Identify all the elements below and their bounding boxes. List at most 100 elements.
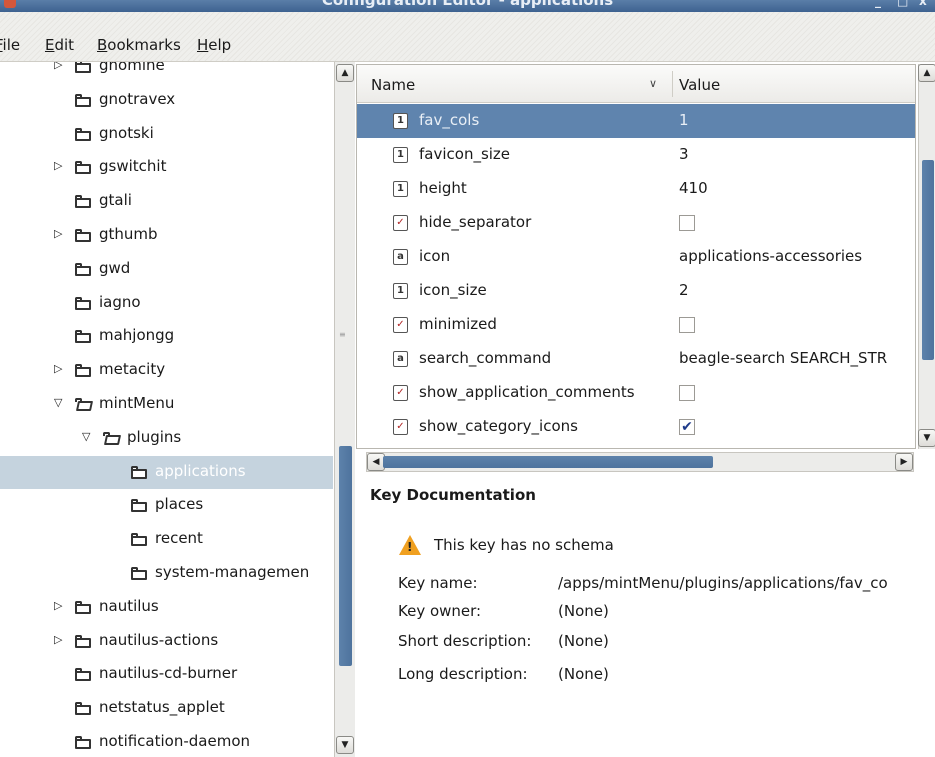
expander-expanded-icon[interactable]: ▽ — [54, 397, 66, 409]
menubar: File Edit Bookmarks Help — [0, 12, 935, 62]
key-owner-value: (None) — [558, 602, 609, 620]
scrollbar-thumb[interactable] — [922, 160, 934, 360]
expander-collapsed-icon[interactable]: ▷ — [54, 363, 66, 375]
key-value[interactable]: 1 — [679, 111, 689, 129]
tree-item[interactable]: gnotski — [0, 118, 333, 151]
tree-item[interactable]: iagno — [0, 287, 333, 320]
scrollbar-thumb[interactable] — [339, 446, 352, 666]
string-type-icon: a — [393, 351, 408, 367]
key-row[interactable]: ✓ hide_separator — [357, 206, 915, 240]
menu-file[interactable]: File — [0, 36, 20, 54]
warning-message: This key has no schema — [434, 536, 614, 554]
tree-item[interactable]: system-managemen — [0, 557, 333, 590]
key-list-horizontal-scrollbar[interactable]: ◀ ▶ — [366, 452, 914, 472]
maximize-button[interactable]: □ — [897, 0, 908, 8]
tree-item[interactable]: ▷ metacity — [0, 354, 333, 387]
key-owner-label: Key owner: — [398, 602, 482, 620]
integer-type-icon: 1 — [393, 181, 408, 197]
right-pane: Name ∨ Value 1 fav_cols 1 1 favicon_size 3 1 he… — [356, 62, 935, 757]
tree-item[interactable]: mahjongg — [0, 320, 333, 353]
key-value[interactable]: beagle-search SEARCH_STR — [679, 349, 887, 367]
checkbox-unchecked[interactable] — [679, 317, 695, 333]
string-type-icon: a — [393, 249, 408, 265]
tree-item[interactable]: places — [0, 489, 333, 522]
key-row[interactable]: 1 height 410 — [357, 172, 915, 206]
checkbox-checked[interactable]: ✔ — [679, 419, 695, 435]
title-bar[interactable]: Configuration Editor - applications _ □ … — [0, 0, 935, 12]
directory-tree[interactable]: ▷ gnomine gnotravex gnotski ▷ gswitchit gtali ▷… — [0, 62, 333, 757]
tree-item[interactable]: netstatus_applet — [0, 692, 333, 725]
key-row[interactable]: ✓ show_application_comments — [357, 376, 915, 410]
scroll-right-button[interactable]: ▶ — [895, 453, 913, 471]
scroll-down-button[interactable]: ▼ — [918, 429, 935, 447]
key-value[interactable]: 2 — [679, 281, 689, 299]
sort-descending-icon: ∨ — [649, 77, 658, 90]
tree-item[interactable]: notification-daemon — [0, 726, 333, 757]
key-name: icon_size — [419, 281, 487, 299]
expander-collapsed-icon[interactable]: ▷ — [54, 633, 66, 646]
tree-item[interactable]: applications — [0, 455, 333, 489]
key-name-label: Key name: — [398, 574, 478, 592]
expander-collapsed-icon[interactable]: ▷ — [54, 599, 66, 612]
key-name: fav_cols — [419, 111, 480, 129]
checkbox-unchecked[interactable] — [679, 385, 695, 401]
tree-item-label: gthumb — [99, 225, 158, 243]
key-list[interactable]: Name ∨ Value 1 fav_cols 1 1 favicon_size 3 1 he… — [356, 64, 916, 449]
tree-item[interactable]: gwd — [0, 253, 333, 286]
boolean-type-icon: ✓ — [393, 317, 408, 333]
key-row[interactable]: a search_command beagle-search SEARCH_STR — [357, 342, 915, 376]
key-row[interactable]: 1 fav_cols 1 — [357, 104, 915, 138]
folder-open-icon — [103, 431, 122, 445]
scroll-up-button[interactable]: ▲ — [918, 64, 935, 82]
expander-expanded-icon[interactable]: ▽ — [82, 430, 94, 443]
close-button[interactable]: x — [919, 0, 927, 8]
tree-item[interactable]: gtali — [0, 185, 333, 218]
tree-item[interactable]: ▷ nautilus — [0, 591, 333, 624]
key-row[interactable]: a icon applications-accessories — [357, 240, 915, 274]
tree-item[interactable]: ▽ plugins — [0, 422, 333, 455]
key-name: hide_separator — [419, 213, 532, 231]
tree-item[interactable]: ▽ mintMenu — [0, 388, 333, 421]
scrollbar-thumb[interactable] — [383, 456, 713, 468]
expander-collapsed-icon[interactable]: ▷ — [54, 228, 66, 240]
key-value[interactable]: 3 — [679, 145, 689, 163]
folder-icon — [75, 262, 91, 276]
tree-item-label: gnotski — [99, 123, 154, 142]
menu-edit[interactable]: Edit — [45, 36, 74, 54]
checkbox-unchecked[interactable] — [679, 215, 695, 231]
tree-item[interactable]: gnotravex — [0, 84, 333, 117]
integer-type-icon: 1 — [393, 147, 408, 163]
key-row[interactable]: ✓ minimized — [357, 308, 915, 342]
scroll-up-button[interactable]: ▲ — [336, 64, 354, 82]
menu-bookmarks[interactable]: Bookmarks — [97, 36, 181, 54]
tree-item[interactable]: nautilus-cd-burner — [0, 658, 333, 691]
expander-collapsed-icon[interactable]: ▷ — [54, 160, 66, 172]
column-separator[interactable] — [672, 71, 673, 97]
tree-item[interactable]: ▷ gnomine — [0, 62, 333, 83]
expander-collapsed-icon[interactable]: ▷ — [54, 62, 66, 71]
tree-item[interactable]: ▷ nautilus-actions — [0, 625, 333, 658]
column-header-name[interactable]: Name — [371, 76, 415, 94]
tree-scrollbar[interactable]: ▲ ≡ ▼ — [334, 62, 355, 757]
key-value[interactable]: 410 — [679, 179, 708, 197]
key-row[interactable]: 1 favicon_size 3 — [357, 138, 915, 172]
window-title: Configuration Editor - applications — [321, 0, 614, 9]
key-list-vertical-scrollbar[interactable]: ▲ ▼ — [918, 64, 935, 449]
key-value[interactable]: applications-accessories — [679, 247, 862, 265]
boolean-type-icon: ✓ — [393, 419, 408, 435]
key-row[interactable]: 1 icon_size 2 — [357, 274, 915, 308]
scroll-down-button[interactable]: ▼ — [336, 736, 354, 754]
folder-icon — [131, 499, 147, 513]
folder-icon — [75, 600, 91, 614]
folder-icon — [75, 229, 91, 242]
tree-item-label: gtali — [99, 191, 132, 210]
folder-icon — [75, 736, 91, 749]
folder-icon — [75, 93, 91, 107]
key-row[interactable]: ✓ show_category_icons ✔ — [357, 410, 915, 444]
tree-item[interactable]: ▷ gswitchit — [0, 151, 333, 184]
column-header-value[interactable]: Value — [679, 76, 720, 94]
minimize-button[interactable]: _ — [875, 0, 881, 8]
menu-help[interactable]: Help — [197, 36, 231, 54]
tree-item[interactable]: recent — [0, 523, 333, 556]
tree-item[interactable]: ▷ gthumb — [0, 219, 333, 252]
